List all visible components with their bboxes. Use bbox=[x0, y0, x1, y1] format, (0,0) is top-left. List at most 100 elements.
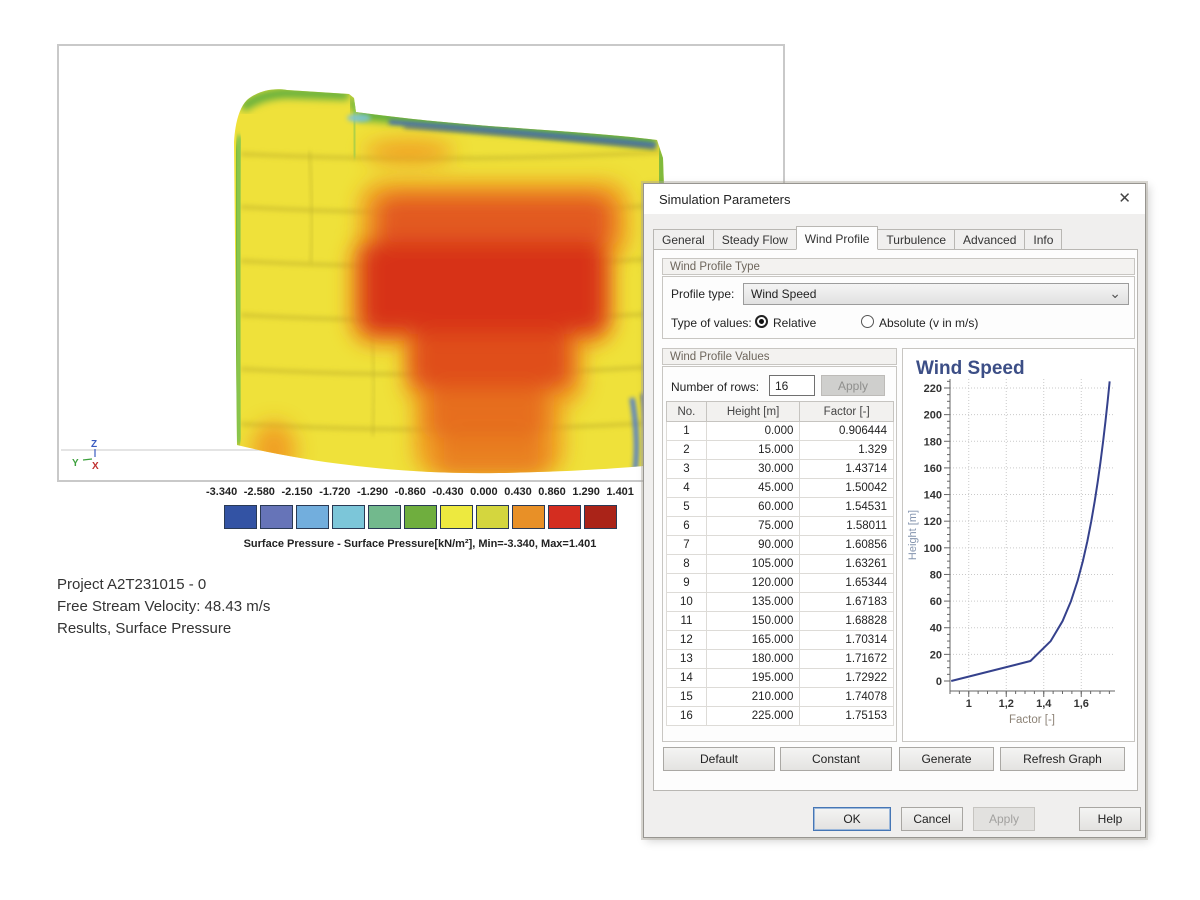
svg-text:Wind Speed: Wind Speed bbox=[916, 358, 1025, 379]
cell-factor[interactable]: 1.75153 bbox=[799, 706, 894, 726]
tab-advanced[interactable]: Advanced bbox=[954, 229, 1025, 250]
table-row: 7 90.000 1.60856 bbox=[666, 535, 894, 555]
cell-height[interactable]: 90.000 bbox=[705, 535, 801, 555]
cell-no[interactable]: 6 bbox=[666, 516, 707, 536]
table-header: Height [m] bbox=[705, 401, 801, 422]
colorbar-tick-label: 1.401 bbox=[606, 486, 634, 498]
cell-height[interactable]: 180.000 bbox=[705, 649, 801, 669]
colorbar-swatch bbox=[584, 505, 617, 529]
cell-height[interactable]: 150.000 bbox=[705, 611, 801, 631]
cell-factor[interactable]: 1.50042 bbox=[799, 478, 894, 498]
colorbar-swatch bbox=[368, 505, 401, 529]
radio-relative-label: Relative bbox=[773, 316, 817, 330]
cell-height[interactable]: 135.000 bbox=[705, 592, 801, 612]
cancel-button[interactable]: Cancel bbox=[901, 807, 963, 831]
cell-height[interactable]: 105.000 bbox=[705, 554, 801, 574]
tab-steady-flow[interactable]: Steady Flow bbox=[712, 229, 796, 250]
cell-factor[interactable]: 1.63261 bbox=[799, 554, 894, 574]
number-of-rows-input[interactable] bbox=[769, 375, 815, 396]
radio-absolute[interactable] bbox=[861, 315, 874, 328]
colorbar-tick-label: -1.290 bbox=[356, 486, 389, 498]
cell-factor[interactable]: 0.906444 bbox=[799, 421, 894, 441]
generate-button[interactable]: Generate bbox=[899, 747, 994, 771]
wind-profile-type-header: Wind Profile Type bbox=[662, 258, 1135, 275]
cell-no[interactable]: 2 bbox=[666, 440, 707, 460]
cell-height[interactable]: 45.000 bbox=[705, 478, 801, 498]
cell-no[interactable]: 5 bbox=[666, 497, 707, 517]
dialog-titlebar[interactable]: Simulation Parameters ✕ bbox=[644, 184, 1145, 214]
table-row: 14 195.000 1.72922 bbox=[666, 668, 894, 688]
wind-profile-table[interactable]: No. Height [m] Factor [-] 1 0.000 0.906444 2 1… bbox=[666, 401, 894, 726]
colorbar-swatch bbox=[440, 505, 473, 529]
colorbar-swatch bbox=[476, 505, 509, 529]
svg-text:140: 140 bbox=[924, 490, 942, 502]
results-line: Results, Surface Pressure bbox=[57, 620, 232, 637]
wind-profile-tab-page: Wind Profile Type Profile type: Wind Spe… bbox=[653, 249, 1138, 791]
cell-height[interactable]: 60.000 bbox=[705, 497, 801, 517]
colorbar-swatch bbox=[224, 505, 257, 529]
svg-text:1: 1 bbox=[966, 698, 972, 710]
constant-button[interactable]: Constant bbox=[780, 747, 892, 771]
cell-height[interactable]: 210.000 bbox=[705, 687, 801, 707]
cell-factor[interactable]: 1.43714 bbox=[799, 459, 894, 479]
cell-no[interactable]: 11 bbox=[666, 611, 707, 631]
ok-button[interactable]: OK bbox=[813, 807, 891, 831]
cell-height[interactable]: 165.000 bbox=[705, 630, 801, 650]
cell-no[interactable]: 1 bbox=[666, 421, 707, 441]
colorbar-swatch bbox=[296, 505, 329, 529]
building-pressure-surface bbox=[234, 89, 667, 474]
cell-factor[interactable]: 1.54531 bbox=[799, 497, 894, 517]
help-button[interactable]: Help bbox=[1079, 807, 1141, 831]
cell-no[interactable]: 16 bbox=[666, 706, 707, 726]
wind-profile-values-header: Wind Profile Values bbox=[662, 348, 897, 365]
cell-no[interactable]: 4 bbox=[666, 478, 707, 498]
tab-wind-profile[interactable]: Wind Profile bbox=[795, 226, 879, 250]
close-icon[interactable]: ✕ bbox=[1118, 189, 1131, 207]
default-button[interactable]: Default bbox=[663, 747, 775, 771]
cell-height[interactable]: 195.000 bbox=[705, 668, 801, 688]
apply-rows-button[interactable]: Apply bbox=[821, 375, 885, 396]
tab-info[interactable]: Info bbox=[1024, 229, 1063, 250]
colorbar-swatch bbox=[512, 505, 545, 529]
apply-button[interactable]: Apply bbox=[973, 807, 1035, 831]
cell-height[interactable]: 75.000 bbox=[705, 516, 801, 536]
cell-factor[interactable]: 1.70314 bbox=[799, 630, 894, 650]
cell-no[interactable]: 9 bbox=[666, 573, 707, 593]
cell-factor[interactable]: 1.65344 bbox=[799, 573, 894, 593]
cell-no[interactable]: 3 bbox=[666, 459, 707, 479]
cell-factor[interactable]: 1.71672 bbox=[799, 649, 894, 669]
radio-relative[interactable] bbox=[755, 315, 768, 328]
cell-factor[interactable]: 1.329 bbox=[799, 440, 894, 460]
cell-factor[interactable]: 1.68828 bbox=[799, 611, 894, 631]
tab-turbulence[interactable]: Turbulence bbox=[878, 229, 955, 250]
cell-no[interactable]: 12 bbox=[666, 630, 707, 650]
cell-no[interactable]: 15 bbox=[666, 687, 707, 707]
refresh-graph-button[interactable]: Refresh Graph bbox=[1000, 747, 1125, 771]
cell-no[interactable]: 14 bbox=[666, 668, 707, 688]
svg-text:180: 180 bbox=[924, 436, 942, 448]
colorbar-tick-label: -3.340 bbox=[206, 486, 238, 498]
cell-factor[interactable]: 1.72922 bbox=[799, 668, 894, 688]
colorbar-tick-label: -1.720 bbox=[319, 486, 351, 498]
cell-height[interactable]: 0.000 bbox=[705, 421, 801, 441]
cell-factor[interactable]: 1.60856 bbox=[799, 535, 894, 555]
cell-no[interactable]: 10 bbox=[666, 592, 707, 612]
cell-no[interactable]: 8 bbox=[666, 554, 707, 574]
cell-height[interactable]: 225.000 bbox=[705, 706, 801, 726]
svg-text:160: 160 bbox=[924, 463, 942, 475]
cell-height[interactable]: 30.000 bbox=[705, 459, 801, 479]
cell-factor[interactable]: 1.67183 bbox=[799, 592, 894, 612]
table-header: Factor [-] bbox=[799, 401, 894, 422]
svg-text:0: 0 bbox=[936, 676, 942, 688]
cell-height[interactable]: 15.000 bbox=[705, 440, 801, 460]
cell-height[interactable]: 120.000 bbox=[705, 573, 801, 593]
cell-factor[interactable]: 1.58011 bbox=[799, 516, 894, 536]
chevron-down-icon: ⌄ bbox=[1109, 285, 1121, 301]
svg-text:1,6: 1,6 bbox=[1074, 698, 1089, 710]
profile-type-dropdown[interactable]: Wind Speed ⌄ bbox=[743, 283, 1129, 305]
cell-no[interactable]: 13 bbox=[666, 649, 707, 669]
tab-general[interactable]: General bbox=[653, 229, 713, 250]
table-row: 2 15.000 1.329 bbox=[666, 440, 894, 460]
cell-no[interactable]: 7 bbox=[666, 535, 707, 555]
cell-factor[interactable]: 1.74078 bbox=[799, 687, 894, 707]
